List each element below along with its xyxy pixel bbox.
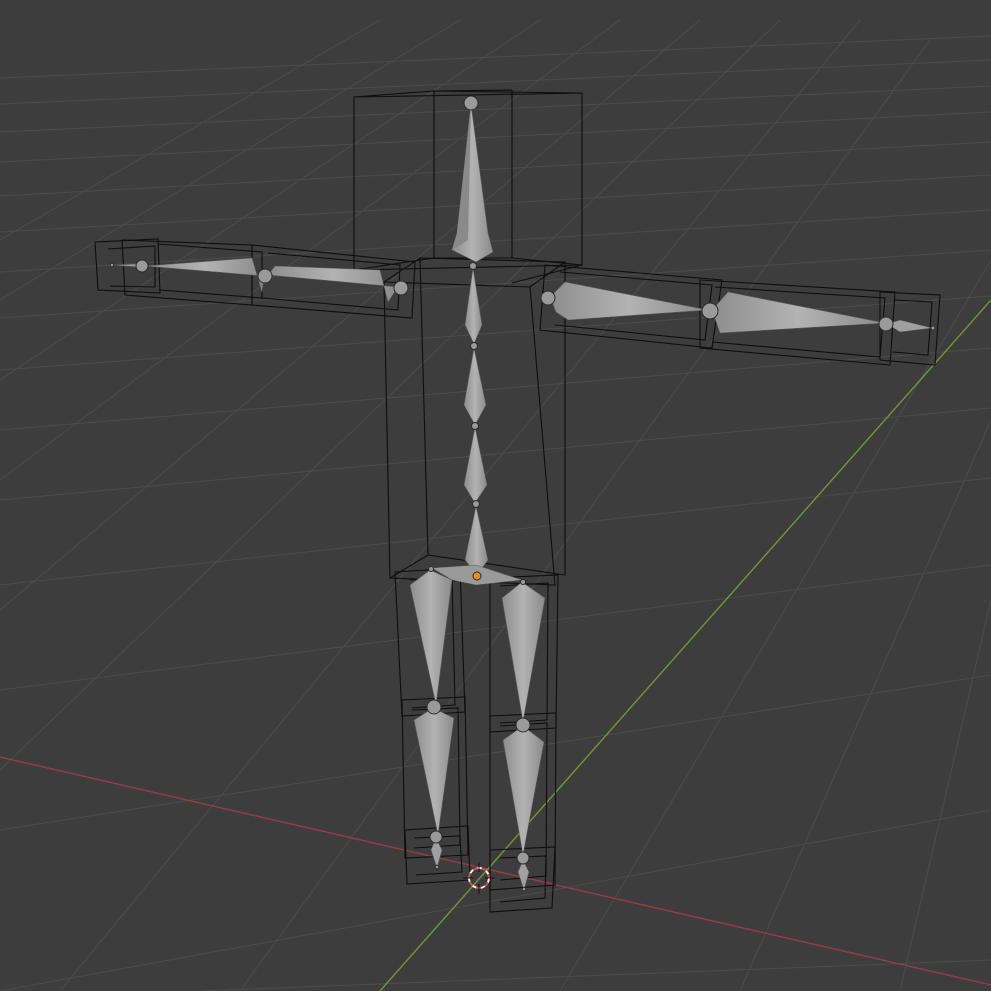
joint-elbow-right[interactable] (701, 302, 719, 320)
spine-upper-bone[interactable] (464, 267, 483, 345)
shin-left-bone[interactable] (413, 707, 455, 836)
upper-arm-left-box[interactable] (251, 244, 416, 319)
joint-wrist-right[interactable] (878, 316, 894, 332)
scene-canvas[interactable] (0, 0, 991, 991)
forearm-right-bone[interactable] (711, 291, 886, 334)
joint-neck[interactable] (469, 262, 477, 270)
x-axis-line (0, 756, 991, 986)
armature[interactable] (109, 95, 936, 892)
upper-arm-right-bone[interactable] (549, 281, 709, 321)
joint-toe-right[interactable] (521, 886, 527, 892)
head-bone[interactable] (451, 103, 494, 263)
joint-finger-left[interactable] (109, 262, 115, 268)
joint-ankle-right[interactable] (516, 851, 530, 865)
joint-toe-left[interactable] (434, 864, 440, 870)
joint-finger-right[interactable] (930, 325, 936, 331)
thigh-right-bone[interactable] (501, 581, 546, 723)
spine-mid-bone[interactable] (463, 347, 487, 426)
joint-ankle-left[interactable] (429, 830, 443, 844)
axis-lines (0, 299, 991, 991)
3d-viewport[interactable] (0, 0, 991, 991)
hand-right-bone[interactable] (886, 319, 933, 333)
shin-right-bone[interactable] (502, 725, 545, 856)
upper-arm-left-bone[interactable] (267, 265, 399, 303)
joint-elbow-left[interactable] (257, 268, 273, 284)
active-root-joint[interactable] (472, 571, 482, 581)
joint-spine-3[interactable] (472, 500, 480, 508)
joint-spine-2[interactable] (471, 422, 479, 430)
joint-spine-1[interactable] (470, 342, 478, 350)
floor-grid (0, 19, 991, 991)
spine-lower-bone[interactable] (463, 426, 488, 504)
joint-knee-left[interactable] (426, 699, 442, 715)
joint-hip-left[interactable] (428, 566, 434, 572)
spine-base-bone[interactable] (464, 505, 489, 576)
forearm-left-bone[interactable] (144, 257, 265, 293)
joint-hip-right[interactable] (520, 579, 526, 585)
joint-head-top[interactable] (463, 95, 479, 111)
joint-wrist-left[interactable] (135, 259, 149, 273)
joint-shoulder-left[interactable] (393, 280, 409, 296)
foot-right-bone[interactable] (517, 859, 530, 892)
joint-shoulder-right[interactable] (540, 290, 556, 306)
joint-knee-right[interactable] (515, 717, 531, 733)
